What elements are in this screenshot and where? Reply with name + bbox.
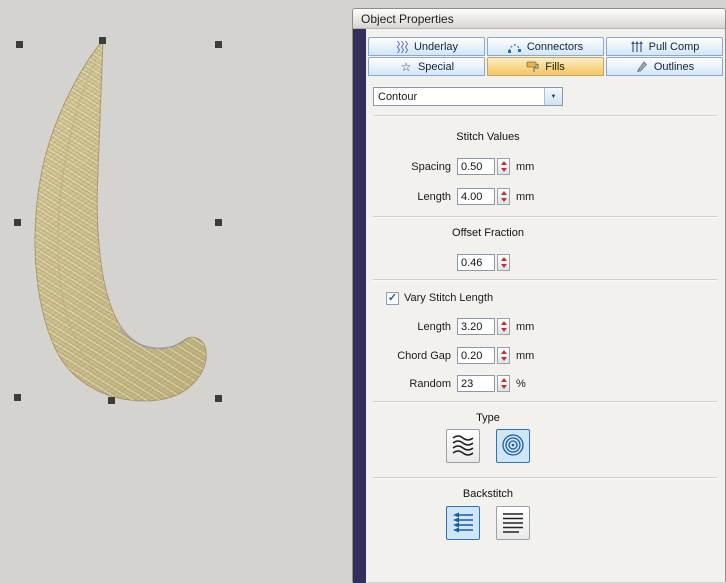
selection-handle-bottom-left[interactable] xyxy=(14,394,21,401)
dialog-title: Object Properties xyxy=(361,12,454,26)
underlay-icon xyxy=(395,40,409,53)
length-input[interactable] xyxy=(457,188,495,205)
design-canvas[interactable] xyxy=(0,0,352,582)
spacing-label: Spacing xyxy=(373,161,451,173)
separator xyxy=(373,216,717,218)
random-spinner[interactable] xyxy=(497,375,510,392)
offset-fraction-row xyxy=(373,253,510,272)
spinner-up-icon[interactable] xyxy=(498,348,509,356)
vary-stitch-length-checkbox[interactable]: ✓ xyxy=(386,292,399,305)
selection-handle-mid-left[interactable] xyxy=(14,219,21,226)
pen-icon xyxy=(635,60,649,73)
selection-handle-top-center[interactable] xyxy=(99,37,106,44)
chord-gap-input[interactable] xyxy=(457,347,495,364)
paint-roller-icon xyxy=(526,60,540,73)
vary-stitch-length-label: Vary Stitch Length xyxy=(404,292,493,304)
fill-type-dropdown[interactable]: Contour ▼ xyxy=(373,87,563,106)
spinner-up-icon[interactable] xyxy=(498,255,509,263)
spinner-down-icon[interactable] xyxy=(498,167,509,175)
chord-gap-spinner[interactable] xyxy=(497,347,510,364)
tab-fills[interactable]: Fills xyxy=(487,57,604,76)
random-row: Random % xyxy=(373,374,526,393)
separator xyxy=(373,279,717,281)
selection-handle-top-right[interactable] xyxy=(215,41,222,48)
length-spinner[interactable] xyxy=(497,188,510,205)
star-icon: ☆ xyxy=(399,60,413,73)
spinner-down-icon[interactable] xyxy=(498,356,509,364)
tab-underlay-label: Underlay xyxy=(414,41,458,53)
selection-handle-top-left[interactable] xyxy=(16,41,23,48)
spacing-unit: mm xyxy=(516,161,534,173)
tab-outlines-label: Outlines xyxy=(654,61,694,73)
spinner-down-icon[interactable] xyxy=(498,263,509,271)
spacing-row: Spacing mm xyxy=(373,157,534,176)
type-spiral-button[interactable] xyxy=(496,429,530,463)
spinner-down-icon[interactable] xyxy=(498,384,509,392)
vary-length-row: Length mm xyxy=(373,317,534,336)
spinner-up-icon[interactable] xyxy=(498,159,509,167)
vary-length-unit: mm xyxy=(516,321,534,333)
length-label: Length xyxy=(373,191,451,203)
spacing-spinner[interactable] xyxy=(497,158,510,175)
selection-handle-bottom-center[interactable] xyxy=(108,397,115,404)
backstitch-title: Backstitch xyxy=(353,488,623,500)
random-label: Random xyxy=(373,378,451,390)
vary-length-label: Length xyxy=(373,321,451,333)
dialog-titlebar[interactable]: Object Properties xyxy=(353,9,725,29)
tab-outlines[interactable]: Outlines xyxy=(606,57,723,76)
tab-underlay[interactable]: Underlay xyxy=(368,37,485,56)
tab-connectors[interactable]: Connectors xyxy=(487,37,604,56)
wavy-lines-icon xyxy=(451,434,475,459)
concentric-circles-icon xyxy=(501,434,525,459)
tab-special[interactable]: ☆ Special xyxy=(368,57,485,76)
vary-length-spinner[interactable] xyxy=(497,318,510,335)
tab-fills-label: Fills xyxy=(545,61,565,73)
tab-special-label: Special xyxy=(418,61,454,73)
type-standard-button[interactable] xyxy=(446,429,480,463)
separator xyxy=(373,401,717,403)
length-row: Length mm xyxy=(373,187,534,206)
vary-stitch-length-row: ✓ Vary Stitch Length xyxy=(386,291,493,305)
pull-comp-icon xyxy=(630,40,644,53)
spinner-down-icon[interactable] xyxy=(498,327,509,335)
object-properties-dialog: Object Properties Underlay Connectors Pu… xyxy=(352,8,726,582)
fill-type-value: Contour xyxy=(374,88,544,105)
spinner-down-icon[interactable] xyxy=(498,197,509,205)
stitch-arrows-icon xyxy=(451,511,475,536)
separator xyxy=(373,477,717,479)
tab-pull-comp-label: Pull Comp xyxy=(649,41,700,53)
type-title: Type xyxy=(353,412,623,424)
length-unit: mm xyxy=(516,191,534,203)
backstitch-buttons xyxy=(353,506,623,540)
selection-handle-mid-right[interactable] xyxy=(215,219,222,226)
tab-pull-comp[interactable]: Pull Comp xyxy=(606,37,723,56)
offset-fraction-input[interactable] xyxy=(457,254,495,271)
tab-connectors-label: Connectors xyxy=(527,41,583,53)
dropdown-arrow-icon[interactable]: ▼ xyxy=(544,88,562,105)
backstitch-arrows-button[interactable] xyxy=(446,506,480,540)
vary-length-input[interactable] xyxy=(457,318,495,335)
connectors-icon xyxy=(508,40,522,53)
spacing-input[interactable] xyxy=(457,158,495,175)
stitch-values-title: Stitch Values xyxy=(353,131,623,143)
offset-fraction-spinner[interactable] xyxy=(497,254,510,271)
chord-gap-label: Chord Gap xyxy=(373,350,451,362)
type-buttons xyxy=(353,429,623,463)
stitch-lines-icon xyxy=(501,511,525,536)
spinner-up-icon[interactable] xyxy=(498,319,509,327)
offset-fraction-title: Offset Fraction xyxy=(353,227,623,239)
embroidery-object[interactable] xyxy=(0,0,352,430)
random-input[interactable] xyxy=(457,375,495,392)
selection-handle-bottom-right[interactable] xyxy=(215,395,222,402)
random-unit: % xyxy=(516,378,526,390)
separator xyxy=(373,115,717,117)
spinner-up-icon[interactable] xyxy=(498,376,509,384)
spinner-up-icon[interactable] xyxy=(498,189,509,197)
chord-gap-row: Chord Gap mm xyxy=(373,346,534,365)
chord-gap-unit: mm xyxy=(516,350,534,362)
backstitch-lines-button[interactable] xyxy=(496,506,530,540)
